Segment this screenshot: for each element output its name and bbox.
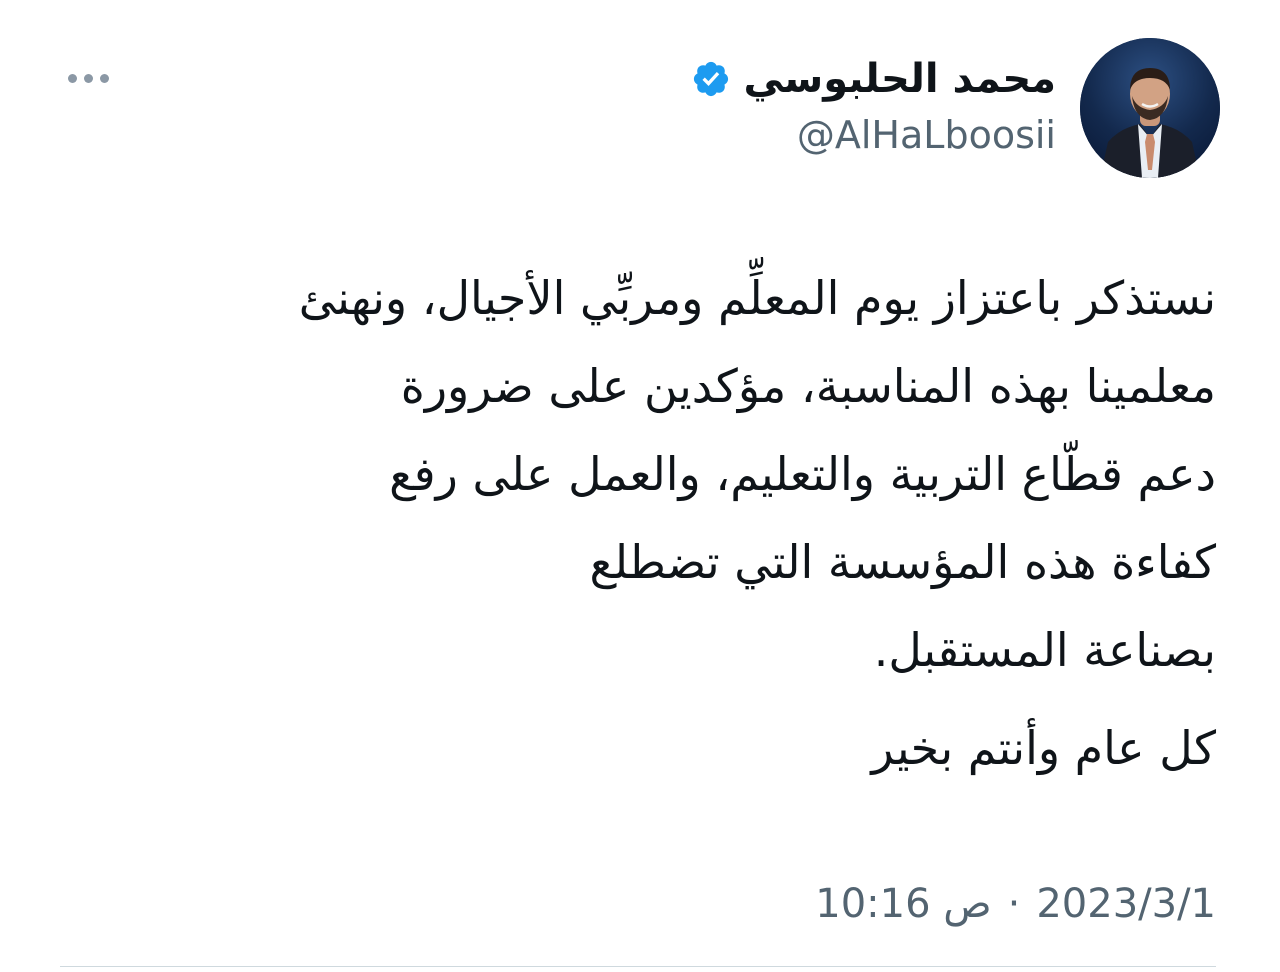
timestamp-separator: · xyxy=(1007,881,1021,927)
more-dot xyxy=(99,73,109,83)
tweet-line: معلمينا بهذه المناسبة، مؤكدين على ضرورة xyxy=(400,359,1216,413)
name-row: محمد الحلبوسي xyxy=(691,52,1056,106)
verified-badge-icon xyxy=(694,61,729,97)
avatar[interactable] xyxy=(1080,38,1220,178)
tweet-date: 2023/3/1 xyxy=(1036,881,1216,927)
tweet-line: نستذكر باعتزاز يوم المعلِّم ومربِّي الأج… xyxy=(298,271,1216,325)
display-name[interactable]: محمد الحلبوسي xyxy=(743,52,1056,106)
tweet-timestamp[interactable]: 10:16 ص · 2023/3/1 xyxy=(815,872,1216,936)
more-dot xyxy=(67,73,77,83)
tweet-card: محمد الحلبوسي @AlHaLboosii نستذكر باعتزا… xyxy=(0,0,1280,972)
tweet-line: بصناعة المستقبل. xyxy=(873,623,1216,677)
tweet-time: 10:16 ص xyxy=(815,881,992,927)
tweet-line: دعم قطّاع التربية والتعليم، والعمل على ر… xyxy=(389,447,1216,501)
more-options-button[interactable] xyxy=(60,60,116,96)
tweet-closing-line: كل عام وأنتم بخير xyxy=(871,721,1216,775)
tweet-line: كفاءة هذه المؤسسة التي تضطلع xyxy=(589,535,1216,589)
author-block: محمد الحلبوسي @AlHaLboosii xyxy=(691,52,1056,160)
user-handle[interactable]: @AlHaLboosii xyxy=(797,110,1056,160)
divider xyxy=(60,966,1216,967)
profile-photo-icon xyxy=(1080,38,1220,178)
more-dot xyxy=(83,73,93,83)
tweet-text: نستذكر باعتزاز يوم المعلِّم ومربِّي الأج… xyxy=(66,254,1216,792)
